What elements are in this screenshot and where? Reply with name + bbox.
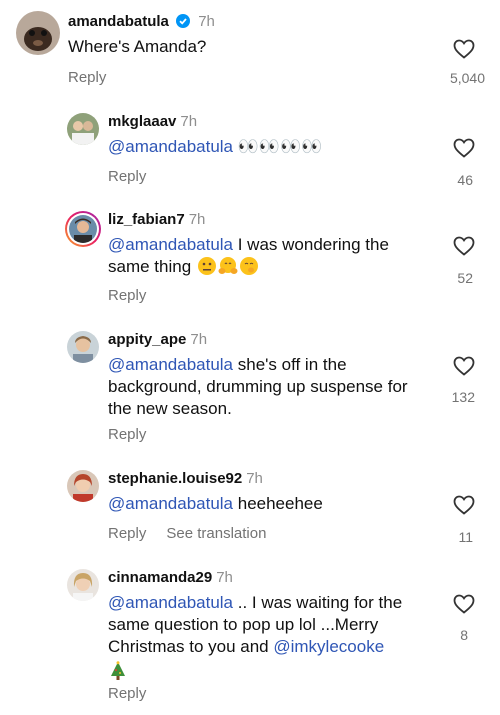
username[interactable]: amandabatula: [68, 13, 169, 30]
reply-button[interactable]: Reply: [108, 287, 146, 304]
heart-icon[interactable]: [452, 592, 476, 616]
like-count: 5,040: [449, 70, 485, 86]
mention-link[interactable]: @amandabatula: [108, 137, 233, 156]
comment-body: heeheehee: [233, 494, 323, 513]
username[interactable]: liz_fabian7: [108, 211, 185, 228]
see-translation-button[interactable]: See translation: [166, 525, 266, 542]
heart-icon[interactable]: [452, 37, 476, 61]
timestamp: 7h: [198, 13, 215, 30]
kiss-emoji-icon: [239, 257, 258, 275]
hug-emoji-icon: [218, 257, 238, 274]
like-count: 11: [458, 529, 473, 545]
comment-text: @amandabatula heeheehee: [108, 493, 428, 515]
username[interactable]: cinnamanda29: [108, 569, 212, 586]
avatar[interactable]: [67, 113, 99, 145]
timestamp: 7h: [190, 331, 208, 348]
like-count: 8: [460, 627, 468, 643]
verified-badge-icon: [176, 14, 191, 28]
like-count: 132: [451, 389, 475, 405]
comment-body: Where's Amanda?: [68, 37, 207, 56]
comment-text: @amandabatula .. I was waiting for the s…: [108, 592, 433, 683]
christmas-tree-icon: [111, 661, 125, 680]
heart-icon[interactable]: [452, 234, 476, 258]
comment-text: Where's Amanda?: [68, 36, 408, 58]
avatar[interactable]: [67, 569, 99, 601]
mention-link[interactable]: @amandabatula: [108, 593, 233, 612]
timestamp: 7h: [216, 569, 233, 586]
reply-button[interactable]: Reply: [108, 525, 146, 542]
timestamp: 7h: [246, 470, 263, 487]
reply-button[interactable]: Reply: [68, 69, 106, 86]
username[interactable]: mkglaaav: [108, 113, 176, 130]
comment-text: @amandabatula I was wondering the same t…: [108, 234, 428, 278]
timestamp: 7h: [188, 211, 206, 228]
reply-button[interactable]: Reply: [108, 685, 146, 702]
avatar[interactable]: [67, 470, 99, 502]
avatar[interactable]: [67, 331, 99, 363]
heart-icon[interactable]: [452, 493, 476, 517]
timestamp: 7h: [180, 113, 198, 130]
reply-button[interactable]: Reply: [108, 168, 146, 185]
username[interactable]: stephanie.louise92: [108, 470, 242, 487]
heart-icon[interactable]: [452, 354, 476, 378]
mention-link[interactable]: @imkylecooke: [273, 637, 384, 656]
comment-text: @amandabatula 👀👀👀👀: [108, 136, 438, 158]
comment-body: 👀👀👀👀: [237, 137, 323, 156]
avatar[interactable]: [65, 211, 101, 247]
neutral-face-emoji-icon: [197, 257, 216, 275]
like-count: 52: [457, 270, 473, 286]
mention-link[interactable]: @amandabatula: [108, 494, 233, 513]
heart-icon[interactable]: [452, 136, 476, 160]
comment-text: @amandabatula she's off in the backgroun…: [108, 354, 428, 420]
avatar[interactable]: [16, 11, 60, 55]
like-count: 46: [457, 172, 473, 188]
mention-link[interactable]: @amandabatula: [108, 355, 233, 374]
username[interactable]: appity_ape: [108, 331, 186, 348]
mention-link[interactable]: @amandabatula: [108, 235, 233, 254]
reply-button[interactable]: Reply: [108, 426, 146, 443]
